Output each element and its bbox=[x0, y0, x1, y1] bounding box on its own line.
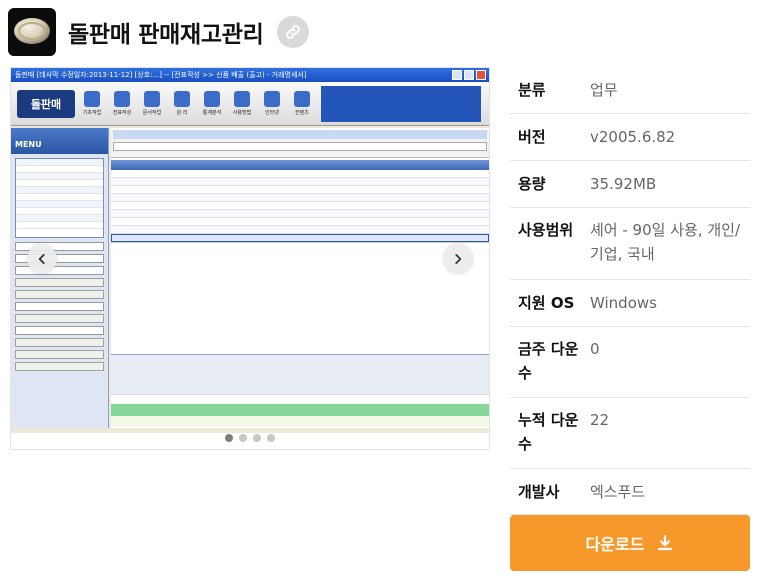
screenshot-window-title: 돌판매 [데사막 수정일자:2013-11-12] [상호:...] -- [전… bbox=[11, 68, 489, 82]
info-value: 엑스푸드 bbox=[590, 482, 646, 501]
stone-icon bbox=[8, 8, 56, 56]
slide-dot[interactable] bbox=[253, 434, 261, 442]
app-header: 돌판매 판매재고관리 bbox=[8, 8, 310, 56]
info-value: 셰어 - 90일 사용, 개인/기업, 국내 bbox=[590, 221, 740, 263]
info-label: 지원 OS bbox=[518, 294, 575, 312]
info-row-total-downloads: 누적 다운수 22 bbox=[510, 398, 750, 469]
prev-slide-button[interactable] bbox=[27, 244, 57, 274]
next-slide-button[interactable] bbox=[443, 244, 473, 274]
info-row-developer: 개발사 엑스푸드 bbox=[510, 469, 750, 515]
info-value: Windows bbox=[590, 294, 657, 312]
screenshot-image: 돌판매 [데사막 수정일자:2013-11-12] [상호:...] -- [전… bbox=[11, 68, 489, 433]
info-label: 버전 bbox=[518, 128, 546, 146]
slide-dot[interactable] bbox=[225, 434, 233, 442]
slide-dot[interactable] bbox=[267, 434, 275, 442]
download-button[interactable]: 다운로드 bbox=[510, 515, 750, 571]
info-row-os: 지원 OS Windows bbox=[510, 280, 750, 327]
info-label: 분류 bbox=[518, 81, 546, 99]
download-label: 다운로드 bbox=[585, 535, 645, 554]
info-value: 35.92MB bbox=[590, 175, 657, 193]
info-label: 개발사 bbox=[518, 482, 560, 501]
info-label: 누적 다운수 bbox=[518, 411, 579, 453]
screenshot-toolbar: 돌판매 기초작업 전표작성 문서작업 원 리 통계분석 사용방법 인터넷 컨텐츠 bbox=[11, 82, 489, 126]
slide-dot[interactable] bbox=[239, 434, 247, 442]
chevron-right-icon bbox=[455, 254, 462, 264]
link-icon[interactable] bbox=[277, 16, 310, 48]
info-row-weekly-downloads: 금주 다운수 0 bbox=[510, 327, 750, 398]
info-value: v2005.6.82 bbox=[590, 128, 676, 146]
info-value: 업무 bbox=[590, 81, 618, 99]
screenshot-logo: 돌판매 bbox=[17, 89, 75, 118]
info-row-license: 사용범위 셰어 - 90일 사용, 개인/기업, 국내 bbox=[510, 208, 750, 280]
info-table: 분류 업무 버전 v2005.6.82 용량 35.92MB 사용범위 셰어 -… bbox=[510, 67, 750, 515]
screenshot-grid bbox=[111, 128, 489, 428]
info-value: 22 bbox=[590, 411, 610, 429]
info-row-version: 버전 v2005.6.82 bbox=[510, 114, 750, 161]
screenshot-left-panel: MENU bbox=[11, 128, 109, 428]
info-label: 용량 bbox=[518, 175, 546, 193]
info-value: 0 bbox=[590, 340, 600, 358]
chevron-left-icon bbox=[38, 254, 45, 264]
page-title: 돌판매 판매재고관리 bbox=[68, 22, 264, 48]
slide-indicator bbox=[11, 434, 489, 442]
info-row-category: 분류 업무 bbox=[510, 67, 750, 114]
download-icon bbox=[658, 535, 673, 551]
screenshot-gallery: 돌판매 [데사막 수정일자:2013-11-12] [상호:...] -- [전… bbox=[10, 67, 490, 450]
info-row-size: 용량 35.92MB bbox=[510, 161, 750, 208]
info-label: 금주 다운수 bbox=[518, 340, 579, 382]
info-label: 사용범위 bbox=[518, 221, 574, 239]
